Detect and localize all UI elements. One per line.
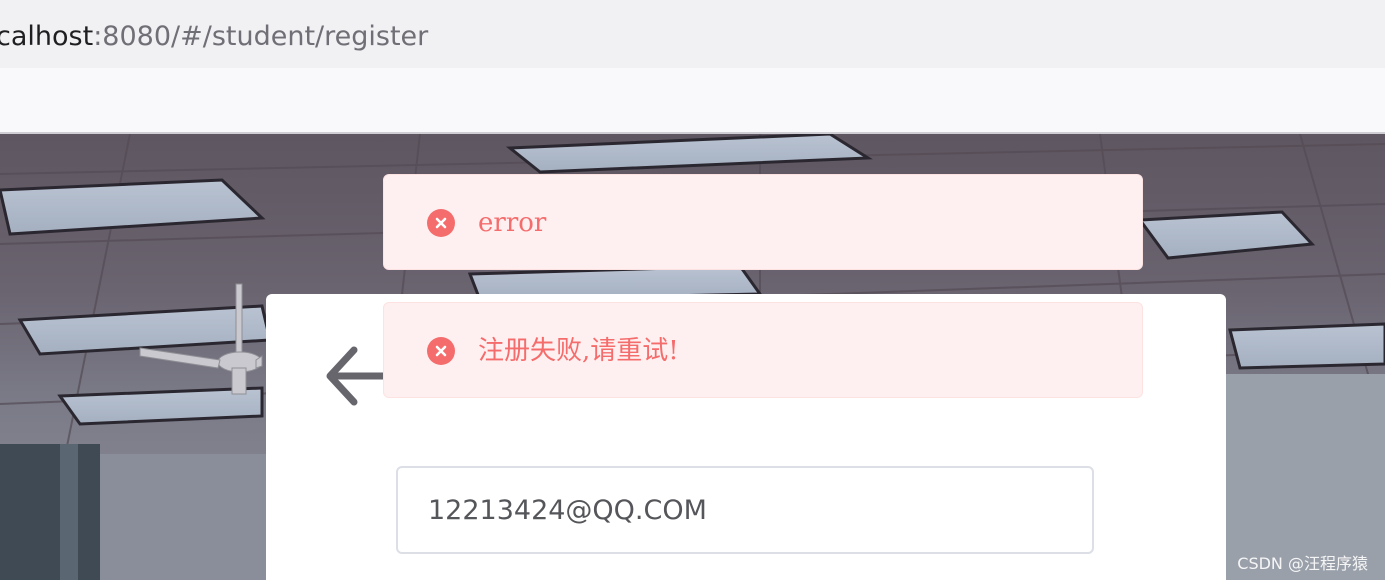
register-failed-text: 注册失败,请重试! — [478, 336, 679, 366]
arrow-left-icon — [326, 346, 390, 406]
page: calhost:8080/#/student/register 12213424… — [0, 0, 1385, 580]
watermark: CSDN @汪程序猿 — [1237, 554, 1368, 573]
url-host: calhost — [0, 21, 94, 52]
url-text[interactable]: calhost:8080/#/student/register — [0, 17, 428, 57]
error-message: error — [383, 174, 1143, 270]
circle-close-icon — [427, 337, 455, 365]
browser-address-bar[interactable]: calhost:8080/#/student/register — [0, 0, 1385, 68]
back-button[interactable] — [324, 344, 390, 408]
error-message-text: error — [478, 208, 547, 238]
url-path: :8080/#/student/register — [93, 21, 429, 52]
email-input[interactable] — [396, 466, 1094, 554]
browser-toolbar — [0, 68, 1385, 134]
register-failed-message: 注册失败,请重试! — [383, 302, 1143, 398]
circle-close-icon — [427, 209, 455, 237]
